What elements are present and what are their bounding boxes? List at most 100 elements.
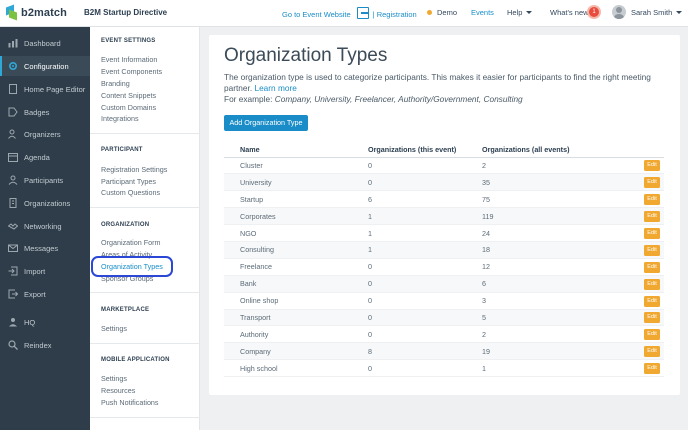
settings-item-content-snippets[interactable]: Content Snippets [101, 91, 156, 100]
edit-button[interactable]: Edit [644, 312, 660, 324]
registration-link[interactable]: | Registration [373, 10, 417, 19]
selection-highlight [91, 256, 173, 277]
settings-item-custom-questions[interactable]: Custom Questions [101, 188, 160, 197]
nav-item-participants[interactable]: Participants [0, 170, 90, 190]
nav-item-messages[interactable]: Messages [0, 238, 90, 258]
edit-button[interactable]: Edit [644, 194, 660, 206]
edit-button[interactable]: Edit [644, 329, 660, 341]
event-name: B2M Startup Directive [84, 8, 168, 17]
cell-all-events: 119 [482, 207, 622, 226]
table-row: Authority 0 2 Edit [224, 325, 664, 344]
settings-menu: EVENT SETTINGS Event Information Event C… [90, 27, 200, 430]
edit-button[interactable]: Edit [644, 228, 660, 239]
nav-item-dashboard[interactable]: Dashboard [0, 33, 90, 53]
edit-button[interactable]: Edit [644, 244, 660, 256]
section-title-event-settings: EVENT SETTINGS [101, 38, 156, 44]
edit-button[interactable]: Edit [644, 295, 660, 307]
logo-icon [6, 4, 18, 21]
settings-item-resources[interactable]: Resources [101, 386, 135, 395]
left-navigation: Dashboard Configuration Home Page Editor… [0, 27, 90, 430]
divider [90, 343, 200, 344]
demo-status[interactable]: Demo [427, 8, 457, 17]
whats-new-link[interactable]: What's new [550, 8, 589, 17]
column-header-this-event[interactable]: Organizations (this event) [368, 143, 482, 158]
nav-label: HQ [24, 317, 36, 327]
person-icon [8, 175, 18, 185]
settings-item-organization-form[interactable]: Organization Form [101, 238, 161, 247]
settings-item-event-information[interactable]: Event Information [101, 55, 157, 64]
settings-item-marketplace-settings[interactable]: Settings [101, 324, 127, 333]
nav-item-hq[interactable]: HQ [0, 312, 90, 332]
avatar[interactable] [612, 5, 626, 19]
nav-item-organizers[interactable]: Organizers [0, 124, 90, 144]
help-menu[interactable]: Help [507, 8, 533, 17]
settings-item-custom-domains[interactable]: Custom Domains [101, 103, 156, 112]
settings-item-event-components[interactable]: Event Components [101, 67, 162, 76]
table-row: Consulting 1 18 Edit [224, 241, 664, 259]
cell-name: Cluster [224, 157, 368, 175]
settings-item-integrations[interactable]: Integrations [101, 114, 139, 123]
cell-all-events: 1 [482, 359, 622, 378]
notification-badge: 1 [589, 7, 599, 17]
chevron-down-icon [676, 11, 683, 14]
settings-item-push-notifications[interactable]: Push Notifications [101, 398, 159, 407]
help-label: Help [507, 8, 523, 17]
demo-label: Demo [437, 8, 458, 17]
edit-button[interactable]: Edit [644, 261, 660, 273]
nav-item-networking[interactable]: Networking [0, 216, 90, 236]
nav-item-agenda[interactable]: Agenda [0, 147, 90, 167]
cell-all-events: 2 [482, 157, 622, 175]
nav-item-organizations[interactable]: Organizations [0, 193, 90, 213]
goto-event-website-label: Go to Event Website [282, 9, 351, 19]
edit-button[interactable]: Edit [644, 363, 660, 375]
edit-button[interactable]: Edit [644, 177, 660, 189]
example-text: For example: Company, University, Freela… [224, 94, 523, 104]
nav-item-home-page-editor[interactable]: Home Page Editor [0, 79, 90, 99]
nav-item-reindex[interactable]: Reindex [0, 335, 90, 355]
example-list: Company, University, Freelancer, Authori… [274, 94, 523, 104]
learn-more-link[interactable]: Learn more [254, 83, 296, 93]
column-header-name[interactable]: Name [224, 143, 368, 158]
settings-item-registration-settings[interactable]: Registration Settings [101, 165, 167, 174]
nav-label: Participants [24, 175, 64, 185]
mail-icon [8, 243, 18, 253]
cell-all-events: 35 [482, 173, 622, 192]
cell-this-event: 0 [368, 359, 482, 378]
calendar-icon [8, 152, 18, 162]
organization-types-table: Name Organizations (this event) Organiza… [224, 143, 664, 378]
b2match-logo[interactable]: b2match [6, 4, 67, 21]
nav-item-import[interactable]: Import [0, 261, 90, 281]
cell-all-events: 6 [482, 275, 622, 293]
cell-name: Consulting [224, 241, 368, 259]
handshake-icon [8, 221, 18, 231]
cell-name: Online shop [224, 292, 368, 310]
settings-item-branding[interactable]: Branding [101, 79, 130, 88]
nav-label: Dashboard [24, 38, 61, 48]
nav-item-export[interactable]: Export [0, 284, 90, 304]
hq-icon [8, 317, 18, 327]
table-row: Cluster 0 2 Edit [224, 157, 664, 175]
gear-icon [8, 61, 18, 71]
add-organization-type-button[interactable]: Add Organization Type [224, 115, 308, 131]
nav-label: Badges [24, 107, 50, 117]
nav-label: Home Page Editor [24, 84, 86, 94]
edit-button[interactable]: Edit [644, 346, 660, 358]
nav-item-badges[interactable]: Badges [0, 102, 90, 122]
cell-name: Company [224, 342, 368, 361]
user-menu[interactable]: Sarah Smith [631, 8, 683, 17]
section-title-participant: PARTICIPANT [101, 147, 143, 153]
table-row: University 0 35 Edit [224, 173, 664, 192]
chevron-down-icon [526, 11, 533, 14]
events-link[interactable]: Events [471, 8, 494, 17]
cell-this-event: 0 [368, 292, 482, 310]
table-header-row: Name Organizations (this event) Organiza… [224, 143, 664, 158]
edit-button[interactable]: Edit [644, 160, 660, 172]
settings-item-mobile-settings[interactable]: Settings [101, 374, 127, 383]
goto-event-website-link[interactable]: Go to Event Website | Registration [282, 7, 417, 20]
edit-button[interactable]: Edit [644, 278, 660, 290]
nav-item-configuration[interactable]: Configuration [0, 56, 90, 76]
section-title-organization: ORGANIZATION [101, 222, 150, 228]
edit-button[interactable]: Edit [644, 211, 660, 223]
settings-item-participant-types[interactable]: Participant Types [101, 177, 156, 186]
column-header-all-events[interactable]: Organizations (all events) [482, 143, 622, 158]
